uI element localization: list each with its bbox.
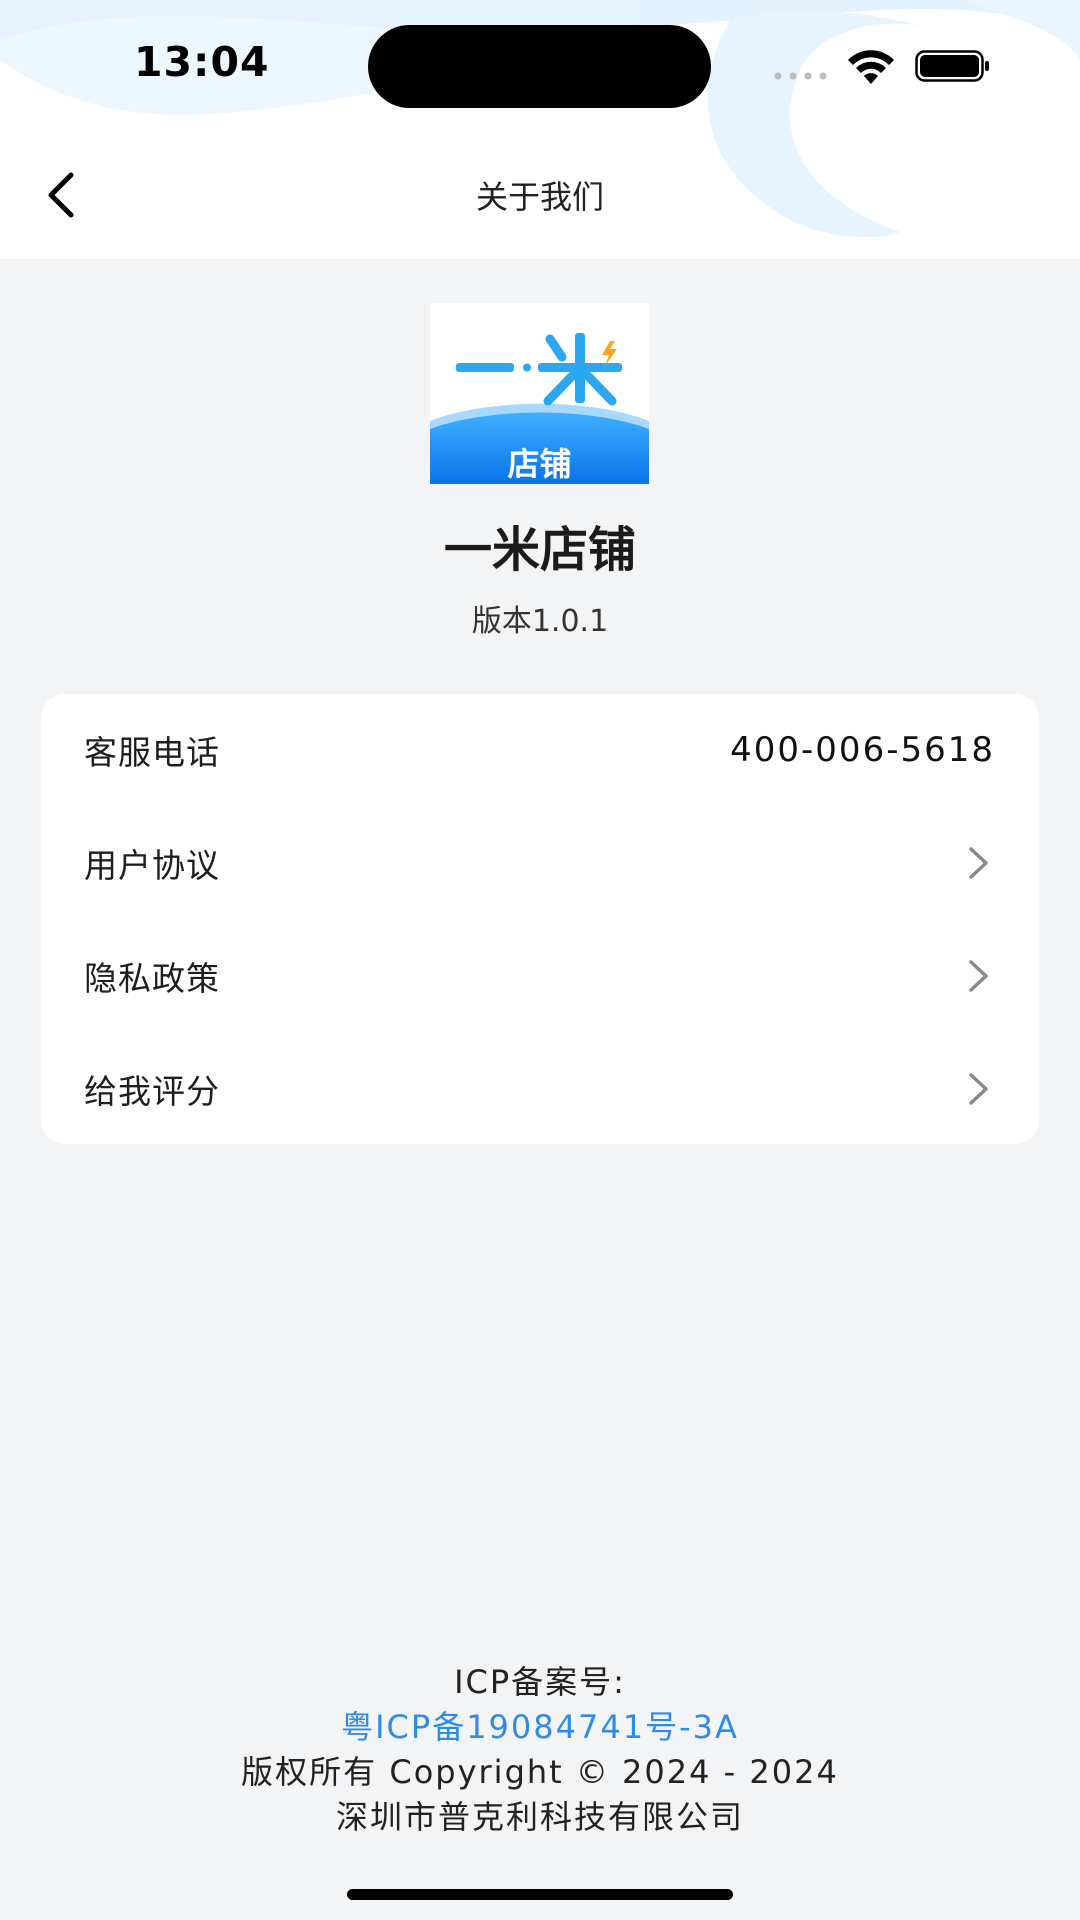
home-indicator[interactable] <box>347 1889 733 1900</box>
company-name: 深圳市普克利科技有限公司 <box>335 1798 744 1836</box>
battery-icon <box>915 50 989 82</box>
row-label: 隐私政策 <box>84 959 220 998</box>
header: 13:04 关于我们 <box>0 0 1080 259</box>
phone-number[interactable]: 400-006-5618 <box>730 730 995 770</box>
app-name: 一米店铺 <box>443 522 636 578</box>
customer-service-phone-row[interactable]: 客服电话 400-006-5618 <box>41 694 1039 806</box>
rate-us-row[interactable]: 给我评分 <box>41 1033 1039 1145</box>
settings-card: 客服电话 400-006-5618 用户协议 隐私政策 给我评分 <box>41 694 1039 1144</box>
status-time: 13:04 <box>134 38 270 86</box>
copyright-text: 版权所有 Copyright © 2024 - 2024 <box>241 1753 839 1791</box>
privacy-policy-row[interactable]: 隐私政策 <box>41 920 1039 1032</box>
icp-number-link[interactable]: 粤ICP备19084741号-3A <box>0 1705 1080 1750</box>
chevron-right-icon <box>969 960 988 992</box>
cellular-signal-icon <box>774 72 827 80</box>
dynamic-island <box>368 25 711 108</box>
footer: ICP备案号: 粤ICP备19084741号-3A 版权所有 Copyright… <box>0 1660 1080 1840</box>
app-logo-subtitle: 店铺 <box>507 445 572 483</box>
row-label: 给我评分 <box>84 1072 220 1111</box>
row-label: 用户协议 <box>84 846 220 885</box>
page-title: 关于我们 <box>475 178 604 216</box>
chevron-right-icon <box>969 1073 988 1105</box>
user-agreement-row[interactable]: 用户协议 <box>41 807 1039 919</box>
icp-label: ICP备案号: <box>454 1663 626 1701</box>
wifi-icon <box>848 50 894 84</box>
app-logo: 店铺 <box>430 303 649 484</box>
row-label: 客服电话 <box>84 733 220 772</box>
chevron-right-icon <box>969 847 988 879</box>
app-version: 版本1.0.1 <box>471 604 609 639</box>
